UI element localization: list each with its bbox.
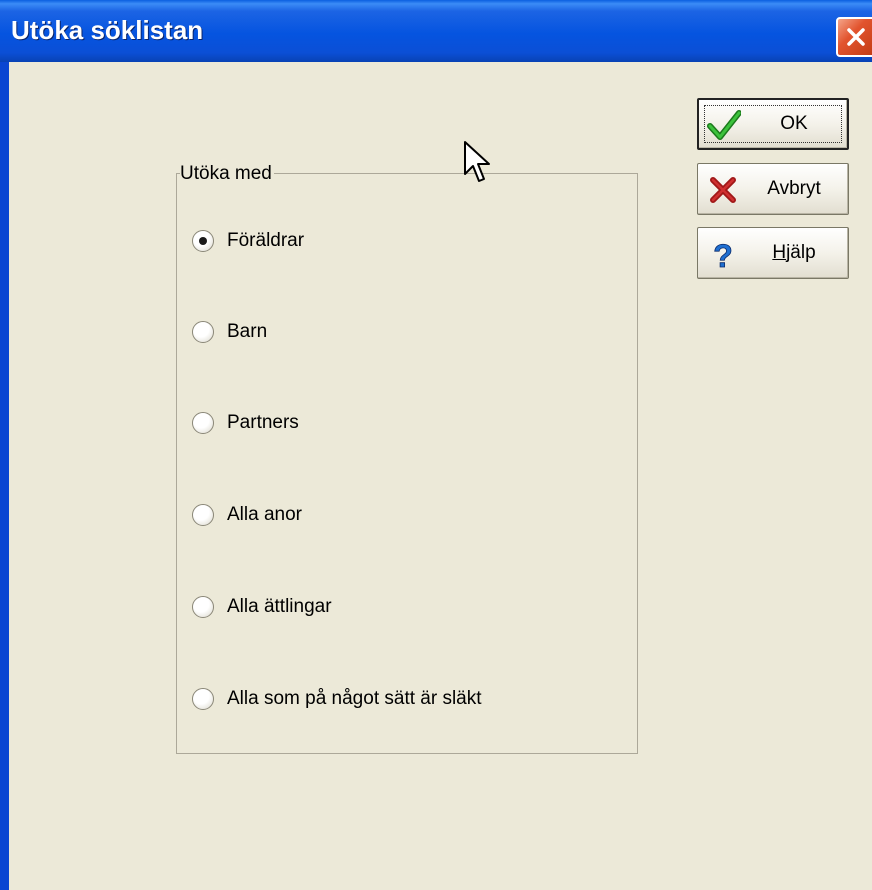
radio-children[interactable]: Barn bbox=[192, 317, 267, 347]
close-button[interactable] bbox=[836, 17, 872, 57]
close-icon bbox=[847, 28, 865, 46]
radio-button-selected[interactable] bbox=[192, 230, 214, 252]
radio-button[interactable] bbox=[192, 504, 214, 526]
mouse-pointer-icon bbox=[464, 141, 490, 182]
window-left-border bbox=[0, 62, 9, 890]
radio-all-descendants[interactable]: Alla ättlingar bbox=[192, 592, 332, 622]
svg-text:?: ? bbox=[713, 238, 733, 271]
ok-label: OK bbox=[780, 113, 808, 134]
radio-partners[interactable]: Partners bbox=[192, 408, 299, 438]
red-x-icon bbox=[710, 177, 736, 203]
window-title: Utöka söklistan bbox=[11, 15, 204, 45]
checkmark-icon bbox=[707, 110, 741, 140]
ok-button[interactable]: OK bbox=[697, 98, 849, 150]
radio-label-partners: Partners bbox=[227, 412, 299, 433]
cancel-label: Avbryt bbox=[767, 178, 821, 199]
title-bar[interactable]: Utöka söklistan bbox=[0, 0, 872, 62]
radio-dot bbox=[199, 237, 207, 245]
radio-label-all-descendants: Alla ättlingar bbox=[227, 596, 332, 617]
radio-button[interactable] bbox=[192, 688, 214, 710]
help-label: Hjälp bbox=[748, 228, 840, 278]
help-button[interactable]: ? Hjälp bbox=[697, 227, 849, 279]
help-label-rest: jälp bbox=[786, 242, 816, 263]
radio-all-ancestors[interactable]: Alla anor bbox=[192, 500, 302, 530]
expand-with-groupbox bbox=[176, 173, 638, 754]
help-label-mnemonic: H bbox=[772, 242, 787, 263]
radio-label-children: Barn bbox=[227, 321, 268, 342]
dialog-window: Utöka söklistan Utöka med Föräldrar Barn… bbox=[0, 0, 872, 890]
radio-button[interactable] bbox=[192, 596, 214, 618]
radio-button[interactable] bbox=[192, 321, 214, 343]
radio-parents[interactable]: Föräldrar bbox=[192, 226, 304, 256]
question-mark-icon: ? bbox=[713, 238, 733, 271]
radio-label-all-related: Alla som på något sätt är släkt bbox=[227, 688, 482, 709]
groupbox-label: Utöka med bbox=[180, 163, 274, 185]
radio-all-related[interactable]: Alla som på något sätt är släkt bbox=[192, 684, 482, 714]
cancel-button[interactable]: Avbryt bbox=[697, 163, 849, 215]
radio-label-parents: Föräldrar bbox=[227, 230, 305, 251]
radio-button[interactable] bbox=[192, 412, 214, 434]
radio-label-all-ancestors: Alla anor bbox=[227, 504, 302, 525]
